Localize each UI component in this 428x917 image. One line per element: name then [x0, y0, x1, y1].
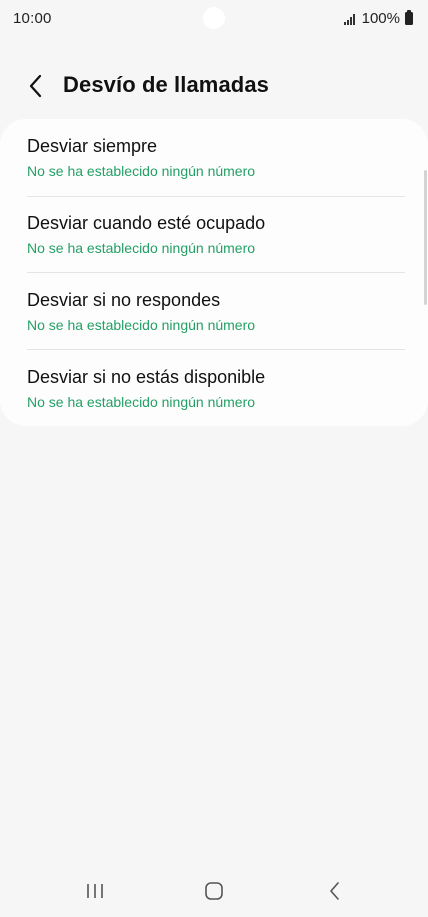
option-title: Desviar siempre — [27, 136, 158, 156]
option-forward-when-busy[interactable]: Desviar cuando esté ocupado No se ha est… — [0, 196, 428, 273]
navigation-bar — [0, 865, 428, 917]
recent-apps-button[interactable] — [75, 877, 115, 905]
option-title: Desviar cuando esté ocupado — [27, 213, 266, 233]
status-time: 10:00 — [13, 10, 52, 27]
status-indicators: 100% — [343, 10, 413, 27]
camera-cutout — [203, 7, 225, 29]
battery-icon — [405, 10, 413, 25]
option-subtitle: No se ha establecido ningún número — [27, 240, 256, 256]
chevron-left-icon — [29, 74, 42, 98]
option-subtitle: No se ha establecido ningún número — [27, 317, 256, 333]
app-header: Desvío de llamadas — [0, 60, 428, 108]
battery-level: 100% — [361, 10, 400, 27]
home-button[interactable] — [194, 877, 234, 905]
option-forward-when-unanswered[interactable]: Desviar si no respondes No se ha estable… — [0, 272, 428, 349]
back-button[interactable] — [18, 68, 54, 104]
home-icon — [205, 882, 223, 900]
scrollbar[interactable] — [424, 170, 427, 305]
page-title: Desvío de llamadas — [63, 72, 270, 97]
recent-apps-icon — [87, 884, 103, 898]
option-subtitle: No se ha establecido ningún número — [27, 163, 256, 179]
option-always-forward[interactable]: Desviar siempre No se ha establecido nin… — [0, 119, 428, 196]
nav-back-button[interactable] — [315, 877, 355, 905]
forwarding-options-list: Desviar siempre No se ha establecido nin… — [0, 119, 428, 426]
status-bar: 10:00 100% — [0, 0, 428, 38]
back-icon — [330, 882, 339, 900]
signal-icon — [343, 13, 358, 25]
option-title: Desviar si no respondes — [27, 290, 221, 310]
option-title: Desviar si no estás disponible — [27, 367, 266, 387]
option-subtitle: No se ha establecido ningún número — [27, 394, 256, 410]
option-forward-when-unavailable[interactable]: Desviar si no estás disponible No se ha … — [0, 349, 428, 426]
